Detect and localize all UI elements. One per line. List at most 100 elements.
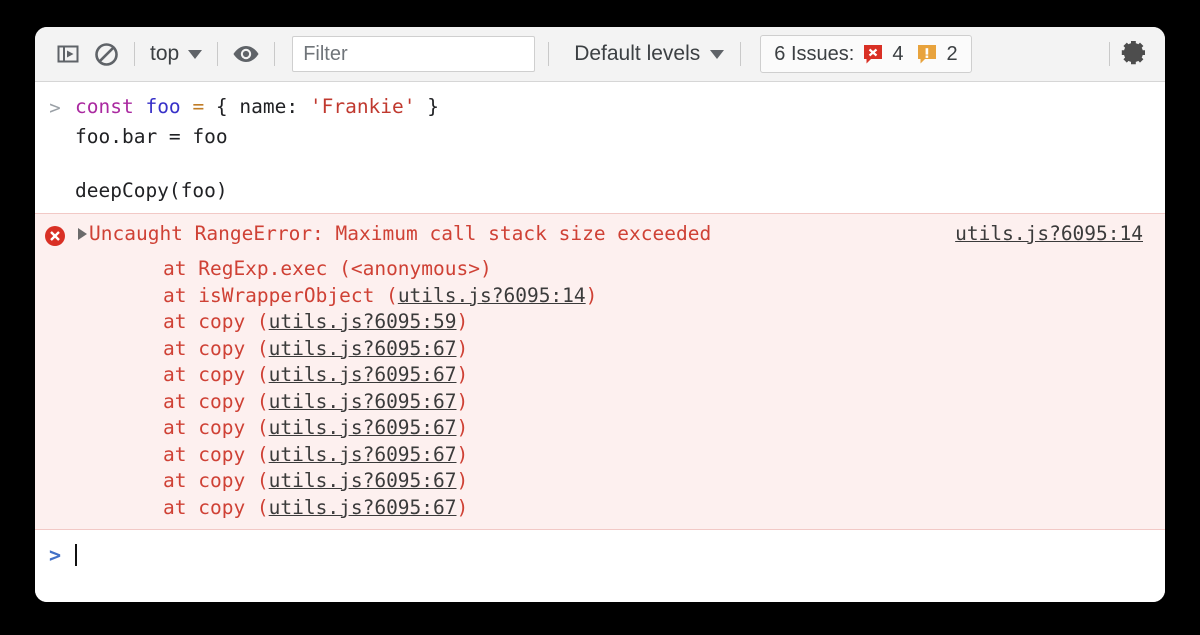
prompt-chevron-icon: > (48, 543, 62, 567)
token-keyword: const (75, 95, 134, 118)
stack-frame-text: at copy ( (163, 336, 269, 360)
stack-frame-text: ) (456, 442, 469, 466)
input-prompt-gutter: > (35, 92, 75, 122)
eye-icon[interactable] (227, 35, 265, 73)
stack-frame-text: at copy ( (163, 310, 269, 333)
stack-frame-text: at RegExp.exec ( (163, 257, 351, 280)
execution-context-selector[interactable]: top (144, 37, 208, 71)
stack-frame-text: at copy ( (163, 389, 269, 413)
code-line-3: deepCopy(foo) (75, 179, 228, 202)
stack-frame-text: ) (456, 363, 469, 386)
error-stack-frame: at copy (utils.js?6095:67) (35, 415, 1165, 442)
sidebar-panel-icon[interactable] (49, 35, 87, 73)
error-bubble-icon (862, 43, 884, 65)
toolbar-divider (217, 42, 219, 66)
error-stack-frame: at RegExp.exec (<anonymous>) (35, 256, 1165, 283)
stack-frame-link[interactable]: utils.js?6095:67 (269, 443, 457, 466)
triangle-right-icon[interactable] (75, 220, 89, 240)
text-cursor (75, 544, 77, 566)
error-source-link[interactable]: utils.js?6095:14 (955, 220, 1143, 248)
stack-frame-text: ) (456, 336, 469, 360)
stack-frame-text: ) (585, 283, 598, 307)
stack-frame-text: at copy ( (163, 363, 269, 386)
log-levels-selector[interactable]: Default levels (568, 37, 730, 71)
stack-frame-link[interactable]: utils.js?6095:67 (269, 496, 457, 519)
stack-frame-text: ) (456, 310, 469, 333)
toolbar-divider (548, 42, 550, 66)
warning-count: 2 (946, 42, 958, 65)
code-line-2: foo.bar = foo (75, 125, 228, 148)
error-stack-frame: at copy (utils.js?6095:59) (35, 309, 1165, 336)
error-circle-icon (43, 224, 67, 256)
stack-frame-text: ) (479, 257, 492, 280)
stack-frame-text: ) (456, 469, 469, 492)
console-toolbar: top Filter Default levels 6 Issues: 4 2 (35, 27, 1165, 82)
error-title: Uncaught RangeError: Maximum call stack … (89, 222, 712, 245)
stack-frame-text: ) (456, 416, 469, 439)
stack-frame-text: ) (456, 495, 469, 519)
blank-spacer (35, 151, 1165, 176)
token-string: 'Frankie' (309, 95, 416, 118)
error-stack-frame: at copy (utils.js?6095:67) (35, 495, 1165, 522)
stack-frame-text: at copy ( (163, 495, 269, 519)
disclosure-triangle (77, 228, 87, 240)
code-line-1: const foo = { name: 'Frankie' } (75, 92, 439, 121)
token-plain: } (415, 95, 440, 118)
clear-console-icon[interactable] (87, 35, 125, 73)
stack-frame-link[interactable]: utils.js?6095:14 (398, 284, 586, 307)
console-input-line: foo.bar = foo (35, 122, 1165, 151)
log-levels-label: Default levels (574, 42, 701, 65)
prompt-chevron-icon: > (49, 97, 61, 119)
stack-frame-text: at isWrapperObject ( (163, 283, 398, 307)
settings-button[interactable] (1119, 37, 1165, 72)
console-input-line: > const foo = { name: 'Frankie' } (35, 92, 1165, 122)
stack-frame-anonymous: <anonymous> (350, 257, 480, 280)
console-output-area[interactable]: > const foo = { name: 'Frankie' } foo.ba… (35, 82, 1165, 602)
input-gutter-empty (35, 122, 75, 124)
screenshot-root: top Filter Default levels 6 Issues: 4 2 … (0, 0, 1200, 635)
stack-frame-text: ) (456, 389, 469, 413)
chevron-down-icon (188, 49, 203, 59)
toolbar-divider (1109, 42, 1110, 66)
toolbar-divider (274, 42, 276, 66)
console-prompt-row[interactable]: > (35, 530, 1165, 573)
stack-frame-link[interactable]: utils.js?6095:59 (269, 310, 457, 333)
error-stack-frame: at copy (utils.js?6095:67) (35, 362, 1165, 389)
chevron-down-icon (710, 49, 725, 59)
stack-frame-text: at copy ( (163, 442, 269, 466)
stack-frame-link[interactable]: utils.js?6095:67 (269, 390, 457, 413)
gear-icon (1119, 37, 1149, 72)
error-stack-frame: at copy (utils.js?6095:67) (35, 442, 1165, 469)
error-stack-frame: at copy (utils.js?6095:67) (35, 336, 1165, 363)
stack-frame-link[interactable]: utils.js?6095:67 (269, 416, 457, 439)
console-input-line: deepCopy(foo) (35, 176, 1165, 205)
token-variable: foo (145, 95, 181, 118)
stack-frame-text: at copy ( (163, 469, 269, 492)
error-stack-trace: at RegExp.exec (<anonymous>) at isWrapper… (35, 256, 1165, 521)
token-operator: = (192, 95, 205, 118)
error-stack-frame: at copy (utils.js?6095:67) (35, 468, 1165, 495)
toolbar-divider (134, 42, 135, 66)
console-input-echo: > const foo = { name: 'Frankie' } foo.ba… (35, 82, 1165, 209)
stack-frame-link[interactable]: utils.js?6095:67 (269, 469, 457, 492)
stack-frame-text: at copy ( (163, 416, 269, 439)
devtools-console-window: top Filter Default levels 6 Issues: 4 2 … (35, 27, 1165, 602)
issues-button[interactable]: 6 Issues: 4 2 (760, 35, 972, 73)
stack-frame-link[interactable]: utils.js?6095:67 (269, 337, 457, 360)
error-count: 4 (892, 42, 904, 65)
token-plain: { name: (204, 95, 310, 118)
error-stack-frame: at isWrapperObject (utils.js?6095:14) (35, 283, 1165, 310)
error-icon-cell (35, 220, 75, 256)
error-stack-frame: at copy (utils.js?6095:67) (35, 389, 1165, 416)
toolbar-divider (740, 42, 742, 66)
error-header-row[interactable]: Uncaught RangeError: Maximum call stack … (35, 220, 1165, 256)
input-gutter-empty (35, 176, 75, 178)
filter-input[interactable]: Filter (292, 36, 536, 72)
warning-bubble-icon (916, 43, 938, 65)
execution-context-label: top (150, 42, 180, 65)
console-error-message[interactable]: Uncaught RangeError: Maximum call stack … (35, 213, 1165, 530)
issues-label: 6 Issues: (774, 42, 855, 65)
stack-frame-link[interactable]: utils.js?6095:67 (269, 363, 457, 386)
